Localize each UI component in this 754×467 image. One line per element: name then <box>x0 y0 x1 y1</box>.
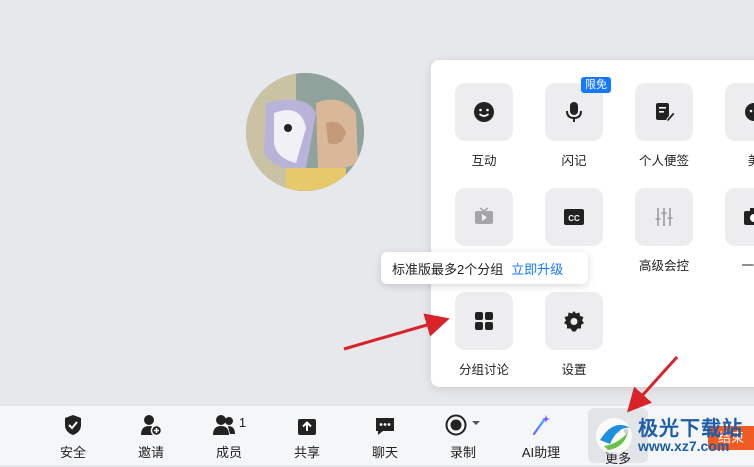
tile-beauty[interactable]: 美 <box>709 83 754 169</box>
tile-label: 设置 <box>561 363 587 377</box>
tile-icon-box <box>635 83 693 141</box>
tile-icon-box <box>455 188 513 246</box>
camera-icon <box>744 208 754 225</box>
chat-icon <box>376 418 394 435</box>
record-icon <box>445 414 467 436</box>
tile-icon-box <box>725 188 754 246</box>
tv-play-icon <box>475 207 493 224</box>
tooltip-text: 标准版最多2个分组 <box>392 261 504 277</box>
tile-label: 互动 <box>471 154 497 168</box>
toolbar-label: 邀请 <box>137 445 164 460</box>
ai-sparkle-icon <box>532 415 550 436</box>
shield-check-icon <box>65 415 81 435</box>
toolbar-chat-button[interactable]: 聊天 <box>355 406 415 461</box>
smile-icon <box>474 102 494 122</box>
toolbar-members-button[interactable]: 1 成员 <box>199 406 259 461</box>
tile-breakout-rooms[interactable]: 分组讨论 <box>439 292 529 378</box>
toolbar-invite-button[interactable]: 邀请 <box>121 406 181 461</box>
toolbar-ai-assistant-button[interactable]: AI助理 <box>511 406 571 461</box>
tile-captions[interactable]: CC <box>529 188 619 255</box>
tile-icon-box <box>635 188 693 246</box>
beauty-icon <box>745 103 754 121</box>
members-count: 1 <box>238 415 247 430</box>
tile-icon-box <box>455 292 513 350</box>
tile-interact[interactable]: 互动 <box>439 83 529 169</box>
toolbar-label: 成员 <box>215 445 242 460</box>
tile-icon-box: CC <box>545 188 603 246</box>
tile-icon-box <box>455 83 513 141</box>
tile-label: 美 <box>747 154 754 168</box>
tile-personal-note[interactable]: 个人便签 <box>619 83 709 169</box>
toolbar-security-button[interactable]: 安全 <box>43 406 103 461</box>
add-user-icon <box>141 415 162 436</box>
mic-icon <box>566 102 582 122</box>
share-screen-icon <box>298 419 316 435</box>
gear-icon <box>564 311 584 332</box>
arrow-to-breakout <box>343 313 450 351</box>
free-badge: 限免 <box>581 77 611 93</box>
tile-settings[interactable]: 设置 <box>529 292 619 378</box>
toolbar-label: AI助理 <box>521 445 561 460</box>
toolbar-share-button[interactable]: 共享 <box>277 406 337 461</box>
tile-advanced-control[interactable]: 高级会控 <box>619 188 709 274</box>
tile-icon-box <box>545 292 603 350</box>
watermark-brand: 极光下载站 <box>638 418 743 440</box>
chevron-down-icon[interactable] <box>471 418 481 428</box>
upgrade-link[interactable]: 立即升级 <box>511 259 563 278</box>
tile-label: 高级会控 <box>638 259 689 273</box>
watermark-url: www.xz7.com <box>638 438 730 454</box>
cc-icon: CC <box>564 209 584 225</box>
tile-label: 分组讨论 <box>458 363 509 377</box>
more-panel: 互动 限免 闪记 个人便签 美 CC 高级会控 一 分组讨论 设置 <box>431 60 754 387</box>
participant-avatar <box>246 73 364 191</box>
upgrade-tooltip: 标准版最多2个分组 立即升级 <box>381 252 588 284</box>
site-watermark: 极光下载站 www.xz7.com <box>592 410 752 462</box>
note-edit-icon <box>656 103 675 123</box>
watermark-logo-icon <box>596 418 632 454</box>
toolbar-label: 聊天 <box>371 445 398 460</box>
toolbar-record-button[interactable]: 录制 <box>433 406 493 461</box>
tile-label: 个人便签 <box>638 154 689 168</box>
tile-icon-box: 限免 <box>545 77 611 141</box>
tile-one-click[interactable]: 一键 <box>709 188 754 274</box>
svg-text:CC: CC <box>568 214 580 223</box>
toolbar-label: 安全 <box>59 445 86 460</box>
grid-icon <box>475 312 493 330</box>
toolbar-label: 共享 <box>293 445 320 460</box>
toolbar-label: 录制 <box>449 445 476 460</box>
tile-flash-note[interactable]: 限免 闪记 <box>529 77 619 169</box>
members-icon <box>212 415 235 435</box>
tile-label: 一键 <box>741 259 754 273</box>
tile-live[interactable] <box>439 188 529 255</box>
tile-icon-box <box>725 83 754 141</box>
sliders-icon <box>655 208 673 226</box>
tile-label: 闪记 <box>561 154 587 168</box>
